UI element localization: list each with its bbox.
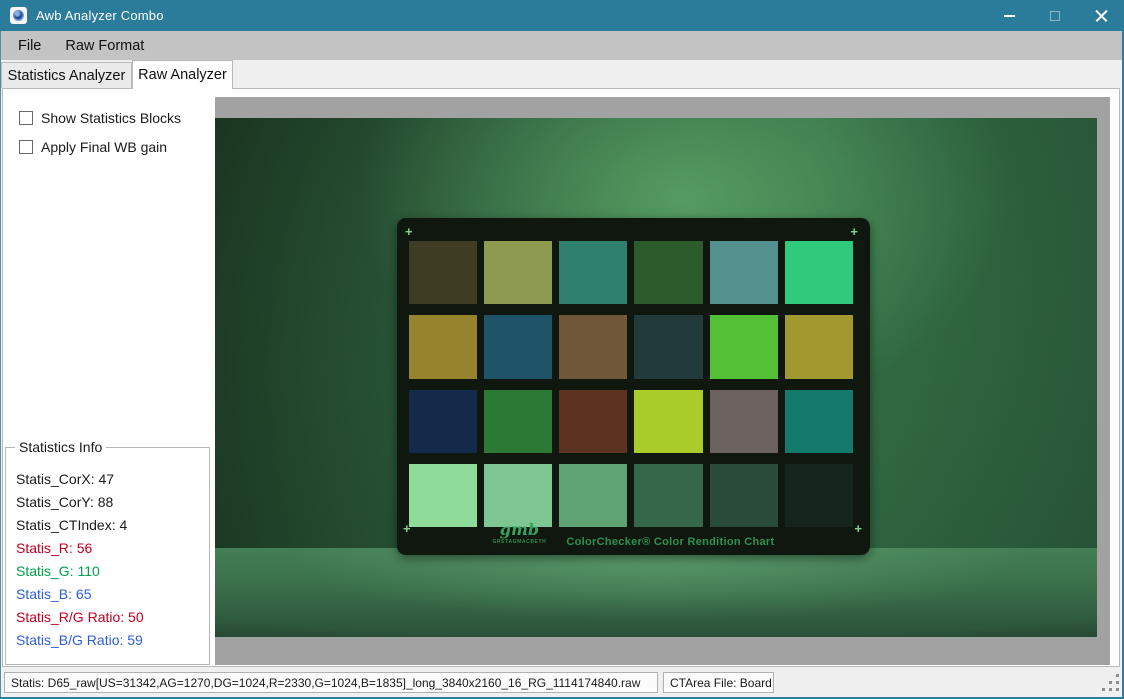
color-patch [559,241,627,304]
color-patch [484,390,552,453]
window-controls [986,0,1124,31]
app-icon [10,7,27,24]
tab-statistics-analyzer[interactable]: Statistics Analyzer [1,62,132,88]
apply-final-wb-gain-checkbox[interactable] [19,140,33,154]
menu-raw-format[interactable]: Raw Format [53,31,156,60]
status-ctarea-file: CTArea File: Board [663,672,774,693]
raw-image-viewport: + + + + gmbGRETAGMACBETH ColorChecker® C… [215,97,1110,665]
crosshair-icon: + [405,228,413,236]
maximize-icon [1050,11,1060,21]
statistics-list: Statis_CorX: 47 Statis_CorY: 88 Statis_C… [16,468,144,652]
window-border-left [0,31,1,699]
stat-r: Statis_R: 56 [16,537,144,560]
color-patch [710,464,778,527]
app-window: Awb Analyzer Combo File Raw Format Stati… [0,0,1124,699]
gretagmacbeth-label: GRETAGMACBETH [493,536,547,548]
color-patch [785,315,853,378]
close-button[interactable] [1078,0,1124,31]
colorchecker-board: + + + + gmbGRETAGMACBETH ColorChecker® C… [397,218,870,555]
board-caption: gmbGRETAGMACBETH ColorChecker® Color Ren… [397,524,870,548]
colorchecker-patch-grid [409,241,853,527]
tabstrip: Statistics Analyzer Raw Analyzer [0,60,1124,88]
color-patch [409,390,477,453]
app-icon-swirl [13,10,24,21]
raw-image: + + + + gmbGRETAGMACBETH ColorChecker® C… [215,118,1097,637]
stat-bg-ratio: Statis_B/G Ratio: 59 [16,629,144,652]
stat-cory: Statis_CorY: 88 [16,491,144,514]
color-patch [634,241,702,304]
apply-final-wb-gain-label: Apply Final WB gain [41,139,167,155]
stat-g: Statis_G: 110 [16,560,144,583]
tab-raw-analyzer[interactable]: Raw Analyzer [132,60,233,89]
photo-floor [215,548,1097,637]
color-patch [785,390,853,453]
resize-grip[interactable] [1102,674,1105,677]
color-patch [785,241,853,304]
maximize-button[interactable] [1032,0,1078,31]
stat-ctindex: Statis_CTIndex: 4 [16,514,144,537]
close-icon [1095,9,1108,22]
color-patch [634,390,702,453]
show-statistics-blocks-checkbox[interactable] [19,111,33,125]
menu-file[interactable]: File [6,31,53,60]
color-patch [559,390,627,453]
color-patch [634,315,702,378]
show-statistics-blocks-label: Show Statistics Blocks [41,110,181,126]
stat-b: Statis_B: 65 [16,583,144,606]
color-patch [484,464,552,527]
color-patch [710,241,778,304]
color-patch [634,464,702,527]
color-patch [409,315,477,378]
checkbox-row-show-statistics-blocks[interactable]: Show Statistics Blocks [19,110,181,126]
titlebar: Awb Analyzer Combo [0,0,1124,31]
color-patch [710,315,778,378]
stat-rg-ratio: Statis_R/G Ratio: 50 [16,606,144,629]
color-patch [559,464,627,527]
color-patch [409,241,477,304]
status-statis-file: Statis: D65_raw[US=31342,AG=1270,DG=1024… [4,672,658,693]
statistics-info-title: Statistics Info [15,439,106,455]
color-patch [710,390,778,453]
color-patch [484,241,552,304]
statistics-info-groupbox: Statistics Info Statis_CorX: 47 Statis_C… [5,447,210,665]
gmb-logo: gmbGRETAGMACBETH [493,524,547,548]
statusbar: Statis: D65_raw[US=31342,AG=1270,DG=1024… [0,668,1124,697]
color-patch [484,315,552,378]
color-patch [559,315,627,378]
crosshair-icon: + [850,228,858,236]
color-patch [785,464,853,527]
stat-corx: Statis_CorX: 47 [16,468,144,491]
menubar: File Raw Format [0,31,1124,60]
checkbox-row-apply-final-wb-gain[interactable]: Apply Final WB gain [19,139,167,155]
minimize-button[interactable] [986,0,1032,31]
color-patch [409,464,477,527]
minimize-icon [1004,15,1015,17]
window-title: Awb Analyzer Combo [36,8,164,23]
colorchecker-title: ColorChecker® Color Rendition Chart [566,536,774,548]
